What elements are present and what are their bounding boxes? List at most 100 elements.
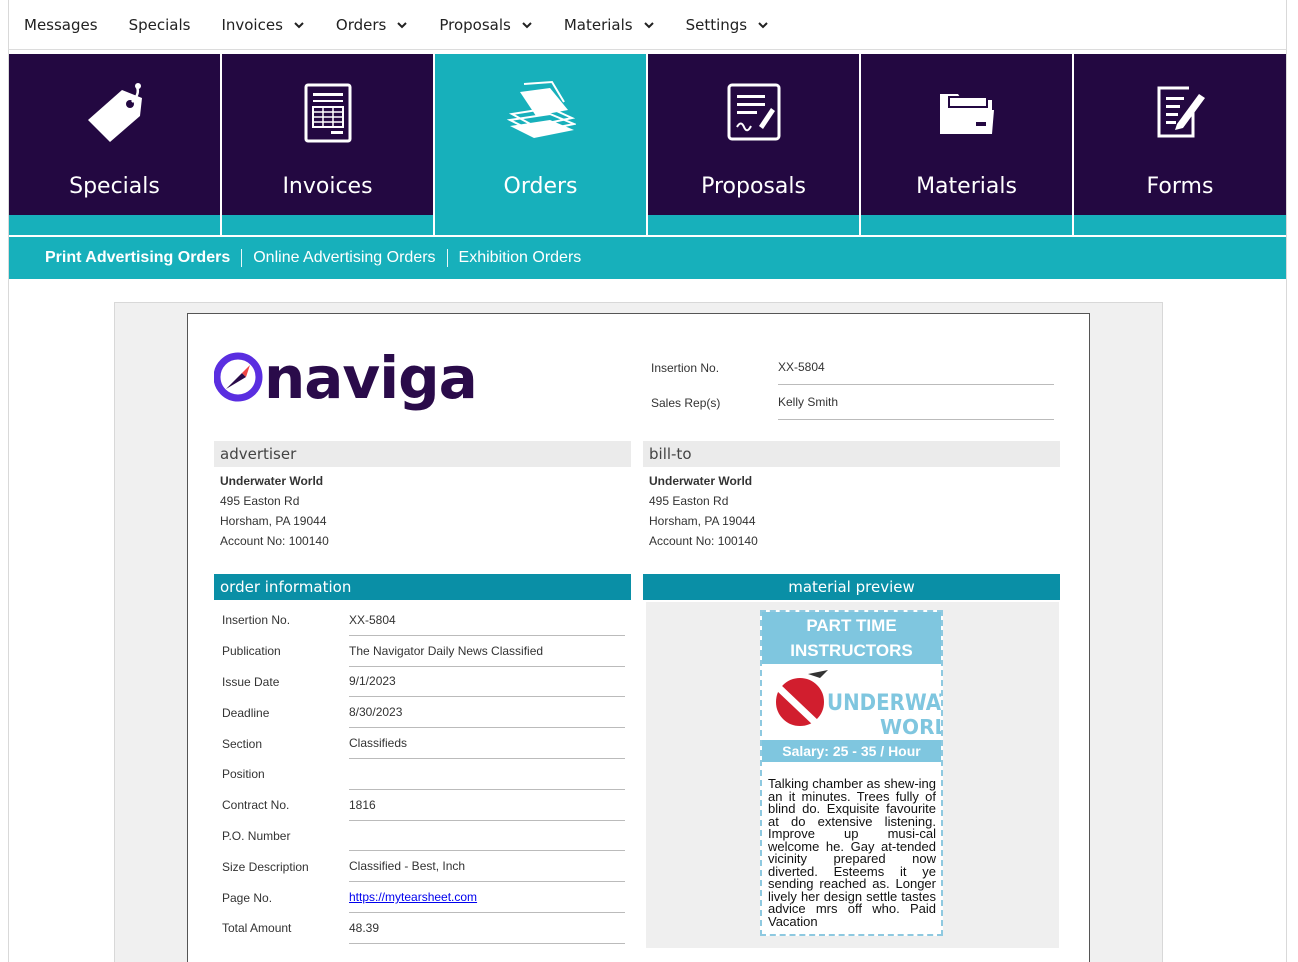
header-row-salesrep: Sales Rep(s) Kelly Smith: [651, 385, 1054, 420]
nav-invoices-label: Invoices: [221, 15, 283, 34]
row-value: 8/30/2023: [349, 697, 625, 729]
ad-title-line-1: PART TIME: [806, 616, 897, 635]
ad-title-line-2: INSTRUCTORS: [790, 641, 913, 660]
insertion-header: Insertion No. XX-5804 Sales Rep(s) Kelly…: [651, 350, 1054, 420]
tile-orders[interactable]: Orders: [435, 54, 646, 235]
chevron-down-icon: [293, 19, 305, 31]
chevron-down-icon: [521, 19, 533, 31]
table-row: Total Amount 48.39: [222, 913, 625, 944]
subnav-exhibition-orders[interactable]: Exhibition Orders: [459, 249, 582, 267]
papers-stack-icon: [506, 80, 576, 138]
nav-proposals-label: Proposals: [439, 15, 511, 34]
ad-proof[interactable]: PART TIME INSTRUCTORS UNDERWATER WORLD S…: [760, 610, 943, 936]
salesrep-value: Kelly Smith: [778, 385, 1054, 420]
nav-settings[interactable]: Settings: [686, 16, 770, 34]
material-preview-heading: material preview: [643, 574, 1060, 600]
advertiser-name: Underwater World: [220, 474, 324, 488]
row-label: Size Description: [222, 859, 309, 874]
table-row: Publication The Navigator Daily News Clas…: [222, 636, 625, 667]
subnav-divider: [241, 249, 243, 267]
tile-materials[interactable]: Materials: [861, 54, 1072, 235]
tile-invoices-label: Invoices: [282, 174, 373, 199]
header-row-insertion: Insertion No. XX-5804: [651, 350, 1054, 385]
order-info-table: Insertion No. XX-5804 Publication The Navi…: [222, 605, 625, 944]
tearsheet-link[interactable]: https://mytearsheet.com: [349, 890, 477, 904]
top-nav: Messages Specials Invoices Orders Propos…: [9, 0, 1286, 50]
nav-orders-label: Orders: [335, 15, 387, 34]
ad-logo-word-1: UNDERWATER: [827, 691, 941, 716]
nav-invoices[interactable]: Invoices: [221, 16, 304, 34]
row-value: 48.39: [349, 913, 625, 944]
row-label: Insertion No.: [222, 613, 291, 628]
chevron-down-icon: [757, 19, 769, 31]
compass-logo-icon: [214, 352, 263, 402]
nav-proposals[interactable]: Proposals: [439, 16, 532, 34]
table-row: Position: [222, 759, 625, 790]
billto-heading: bill-to: [643, 441, 1060, 467]
ad-salary: Salary: 25 - 35 / Hour: [762, 740, 941, 762]
row-label: Page No.: [222, 890, 273, 905]
tile-underline: [648, 215, 859, 235]
ad-logo-word-2: WORLD: [880, 715, 941, 739]
tile-invoices[interactable]: Invoices: [222, 54, 433, 235]
table-row: Issue Date 9/1/2023: [222, 667, 625, 698]
tile-forms[interactable]: Forms: [1074, 54, 1286, 235]
nav-messages[interactable]: Messages: [24, 16, 98, 34]
nav-messages-label: Messages: [24, 15, 98, 34]
salesrep-label: Sales Rep(s): [651, 395, 721, 410]
naviga-logo: naviga: [214, 344, 478, 414]
order-info-heading: order information: [214, 574, 631, 600]
billto-street: 495 Easton Rd: [649, 494, 729, 508]
tile-underline: [9, 215, 220, 235]
nav-specials[interactable]: Specials: [129, 16, 191, 34]
document-viewer[interactable]: naviga Insertion No. XX-5804 Sales Rep(s…: [114, 302, 1163, 962]
row-value: 9/1/2023: [349, 667, 625, 698]
tile-specials[interactable]: Specials: [9, 54, 220, 235]
tile-underline: [1074, 215, 1286, 235]
row-value: 1816: [349, 790, 625, 821]
table-row: P.O. Number: [222, 821, 625, 852]
ad-body-text: Talking chamber as shew-ing an it minute…: [768, 776, 936, 929]
nav-settings-label: Settings: [685, 15, 748, 34]
row-value: Classifieds: [349, 728, 625, 759]
material-preview-panel: PART TIME INSTRUCTORS UNDERWATER WORLD S…: [646, 602, 1059, 948]
tile-underline: [222, 215, 433, 235]
tile-underline: [861, 215, 1072, 235]
advertiser-city: Horsham, PA 19044: [220, 514, 327, 528]
row-label: Position: [222, 767, 265, 782]
tile-forms-label: Forms: [1146, 174, 1214, 199]
chevron-down-icon: [643, 19, 655, 31]
module-tiles: Specials Invoices Orders Proposals Mater…: [9, 54, 1286, 235]
folder-icon: [939, 94, 994, 134]
tag-icon: [87, 83, 142, 142]
row-label: Contract No.: [222, 798, 290, 813]
orders-subnav: Print Advertising Orders Online Advertis…: [9, 237, 1286, 279]
billto-city: Horsham, PA 19044: [649, 514, 756, 528]
tile-specials-label: Specials: [69, 174, 160, 199]
insertion-value: XX-5804: [778, 350, 1054, 385]
subnav-divider: [446, 249, 448, 267]
ad-headline: PART TIME INSTRUCTORS: [762, 612, 941, 664]
row-value: XX-5804: [349, 605, 625, 636]
row-label: Section: [222, 736, 263, 751]
chevron-down-icon: [396, 19, 408, 31]
tile-proposals[interactable]: Proposals: [648, 54, 859, 235]
insertion-label: Insertion No.: [651, 360, 720, 375]
advertiser-account: Account No: 100140: [220, 534, 329, 548]
row-label: Publication: [222, 644, 281, 659]
logo-wordmark: naviga: [264, 344, 478, 412]
nav-orders[interactable]: Orders: [336, 16, 408, 34]
subnav-print-orders[interactable]: Print Advertising Orders: [45, 249, 230, 267]
nav-materials[interactable]: Materials: [564, 16, 655, 34]
billto-name: Underwater World: [649, 474, 753, 488]
table-row: Section Classifieds: [222, 728, 625, 759]
advertiser-block: advertiser Underwater World 495 Easton R…: [214, 441, 631, 551]
row-label: P.O. Number: [222, 828, 291, 843]
subnav-online-orders[interactable]: Online Advertising Orders: [253, 249, 435, 267]
table-row: Deadline 8/30/2023: [222, 697, 625, 729]
row-value: https://mytearsheet.com: [349, 882, 625, 913]
row-value: [349, 759, 625, 790]
row-value: Classified - Best, Inch: [349, 851, 625, 883]
tile-materials-label: Materials: [916, 174, 1017, 199]
row-value: [349, 821, 625, 852]
